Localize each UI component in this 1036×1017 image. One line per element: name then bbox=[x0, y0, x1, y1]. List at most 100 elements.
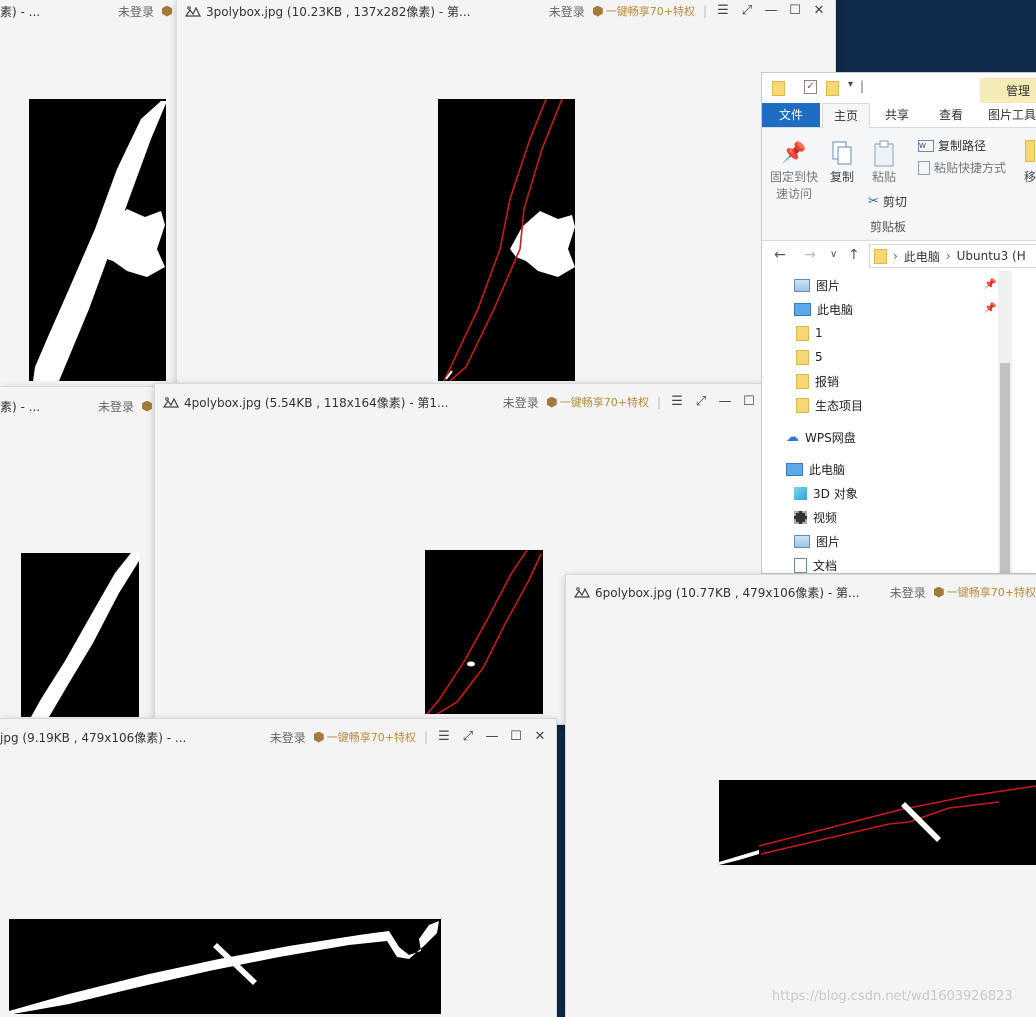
vip-promo[interactable]: 一键畅享70+特权 bbox=[933, 584, 1036, 600]
title-bar[interactable]: 4polybox.jpg (5.54KB , 118x164像素) - 第1..… bbox=[155, 391, 765, 413]
maximize-icon[interactable]: ☐ bbox=[508, 730, 524, 744]
nav-item-label: 此电脑 bbox=[809, 462, 846, 477]
nav-item-documents[interactable]: 文档 bbox=[794, 554, 837, 573]
vip-label: 一键畅享70+特权 bbox=[605, 5, 695, 18]
up-arrow-icon[interactable]: ↑ bbox=[848, 247, 860, 263]
title-bar[interactable]: jpg (9.19KB , 479x106像素) - ... 未登录 一键畅享7… bbox=[0, 726, 556, 748]
minimize-icon[interactable]: — bbox=[484, 730, 500, 744]
copy-button[interactable]: 复制 bbox=[824, 140, 860, 185]
image-viewer-window-3[interactable]: 3polybox.jpg (10.23KB , 137x282像素) - 第..… bbox=[177, 0, 835, 390]
tab-picture-tools[interactable]: 图片工具 bbox=[988, 103, 1036, 127]
tab-view[interactable]: 查看 bbox=[928, 103, 974, 127]
tab-home[interactable]: 主页 bbox=[822, 103, 870, 129]
menu-icon[interactable]: ☰ bbox=[715, 4, 731, 18]
pin-icon[interactable]: 📌 bbox=[984, 279, 996, 290]
nav-item-folder-1[interactable]: 1 bbox=[796, 322, 823, 344]
title-bar[interactable]: 素) - ... 未登录 bbox=[0, 0, 180, 22]
breadcrumb-this-pc[interactable]: 此电脑 bbox=[904, 248, 940, 265]
nav-item-pictures[interactable]: 图片 bbox=[794, 530, 840, 552]
copy-icon bbox=[824, 140, 860, 168]
nav-item-label: 图片 bbox=[816, 534, 841, 549]
customize-dropdown-icon[interactable]: ▾ bbox=[848, 79, 853, 90]
folder-icon[interactable] bbox=[772, 81, 785, 96]
menu-icon[interactable]: ☰ bbox=[669, 395, 685, 409]
breadcrumb-drive[interactable]: Ubuntu3 (H bbox=[957, 249, 1026, 263]
maximize-icon[interactable]: ☐ bbox=[741, 395, 757, 409]
fullscreen-icon[interactable]: ⤢ bbox=[739, 4, 755, 18]
video-icon bbox=[794, 510, 807, 524]
image-viewer-window-2[interactable]: 素) - ... 未登录 bbox=[0, 387, 160, 727]
nav-item-this-pc[interactable]: 此电脑 bbox=[786, 458, 845, 480]
title-bar[interactable]: 3polybox.jpg (10.23KB , 137x282像素) - 第..… bbox=[177, 0, 835, 22]
window-title: 6polybox.jpg (10.77KB , 479x106像素) - 第..… bbox=[595, 585, 860, 600]
title-bar[interactable]: 素) - ... 未登录 bbox=[0, 395, 160, 417]
ribbon-tabs: 文件 主页 共享 查看 图片工具 bbox=[762, 103, 1036, 129]
vip-promo[interactable]: 一键畅享70+特权 bbox=[546, 394, 649, 410]
login-link[interactable]: 未登录 bbox=[890, 584, 926, 601]
manage-tab[interactable]: 管理 bbox=[980, 78, 1036, 103]
nav-item-folder-reimburse[interactable]: 报销 bbox=[796, 370, 839, 392]
recent-dropdown-icon[interactable]: ∨ bbox=[830, 249, 837, 260]
login-link[interactable]: 未登录 bbox=[98, 398, 134, 415]
window-title: 素) - ... bbox=[0, 4, 41, 19]
address-bar[interactable]: › 此电脑 › Ubuntu3 (H bbox=[869, 244, 1036, 268]
paste-shortcut-icon bbox=[918, 160, 930, 175]
vip-icon bbox=[546, 396, 557, 408]
pin-icon[interactable]: 📌 bbox=[984, 303, 996, 314]
maximize-icon[interactable]: ☐ bbox=[787, 4, 803, 18]
folder-icon bbox=[796, 373, 809, 389]
image-viewer-window-6[interactable]: 6polybox.jpg (10.77KB , 479x106像素) - 第..… bbox=[566, 575, 1036, 1017]
minimize-icon[interactable]: — bbox=[763, 4, 779, 18]
nav-item-videos[interactable]: 视频 bbox=[794, 506, 837, 528]
cut-button[interactable]: ✂ 剪切 bbox=[868, 193, 907, 210]
file-explorer-window[interactable]: ✓ ▾ | 管理 文件 主页 共享 查看 图片工具 📌 固定到快 速访问 复制 … bbox=[762, 73, 1036, 573]
tab-share[interactable]: 共享 bbox=[874, 103, 920, 127]
paste-shortcut-button[interactable]: 粘贴快捷方式 bbox=[918, 159, 1006, 176]
fullscreen-icon[interactable]: ⤢ bbox=[693, 395, 709, 409]
copy-path-button[interactable]: W 复制路径 bbox=[918, 137, 986, 154]
close-icon[interactable]: ✕ bbox=[532, 730, 548, 744]
fullscreen-icon[interactable]: ⤢ bbox=[460, 730, 476, 744]
vip-icon bbox=[162, 5, 172, 17]
title-bar[interactable]: 6polybox.jpg (10.77KB , 479x106像素) - 第..… bbox=[566, 581, 1036, 603]
nav-item-folder-eco-project[interactable]: 生态项目 bbox=[796, 394, 863, 416]
paste-button[interactable]: 粘贴 bbox=[864, 140, 904, 185]
login-link[interactable]: 未登录 bbox=[118, 3, 154, 20]
close-icon[interactable]: ✕ bbox=[811, 4, 827, 18]
new-folder-icon[interactable] bbox=[826, 81, 839, 96]
nav-item-this-pc-pinned[interactable]: 此电脑 bbox=[794, 298, 853, 320]
nav-scrollbar[interactable] bbox=[998, 271, 1012, 573]
vip-label: 一键畅享70+特权 bbox=[946, 586, 1036, 599]
login-link[interactable]: 未登录 bbox=[503, 394, 539, 411]
breadcrumb-separator-icon: › bbox=[893, 249, 898, 263]
pictures-icon bbox=[794, 534, 810, 548]
scrollbar-thumb[interactable] bbox=[1000, 363, 1010, 573]
image-viewer-window-1[interactable]: 素) - ... 未登录 bbox=[0, 0, 180, 390]
login-link[interactable]: 未登录 bbox=[549, 3, 585, 20]
pin-quick-access-button[interactable]: 📌 固定到快 速访问 bbox=[768, 140, 820, 202]
forward-arrow-icon[interactable]: → bbox=[804, 247, 816, 263]
image-polybox-3 bbox=[438, 99, 575, 381]
nav-item-label: 5 bbox=[815, 350, 823, 364]
nav-item-label: 生态项目 bbox=[815, 398, 864, 413]
scissors-icon: ✂ bbox=[868, 194, 879, 209]
address-bar-row: ← → ∨ ↑ › 此电脑 › Ubuntu3 (H bbox=[762, 241, 1036, 271]
nav-item-3d-objects[interactable]: 3D 对象 bbox=[794, 482, 858, 504]
back-arrow-icon[interactable]: ← bbox=[774, 247, 786, 263]
login-link[interactable]: 未登录 bbox=[270, 729, 306, 746]
menu-icon[interactable]: ☰ bbox=[436, 730, 452, 744]
image-icon bbox=[185, 5, 201, 17]
minimize-icon[interactable]: — bbox=[717, 395, 733, 409]
vip-promo[interactable]: 一键畅享70+特权 bbox=[592, 3, 695, 19]
nav-item-wps-cloud[interactable]: ☁ WPS网盘 bbox=[786, 426, 856, 448]
move-to-button[interactable]: 移 bbox=[1020, 140, 1036, 185]
vip-label: 一键畅享70+特权 bbox=[559, 396, 649, 409]
nav-item-pictures-pinned[interactable]: 图片 bbox=[794, 274, 840, 296]
tab-file[interactable]: 文件 bbox=[762, 103, 820, 127]
image-icon bbox=[163, 396, 179, 408]
nav-item-folder-5[interactable]: 5 bbox=[796, 346, 823, 368]
checkbox-icon[interactable]: ✓ bbox=[804, 80, 817, 94]
image-viewer-window-5[interactable]: jpg (9.19KB , 479x106像素) - ... 未登录 一键畅享7… bbox=[0, 719, 556, 1017]
vip-promo[interactable]: 一键畅享70+特权 bbox=[313, 729, 416, 745]
window-title: 素) - ... bbox=[0, 399, 41, 414]
